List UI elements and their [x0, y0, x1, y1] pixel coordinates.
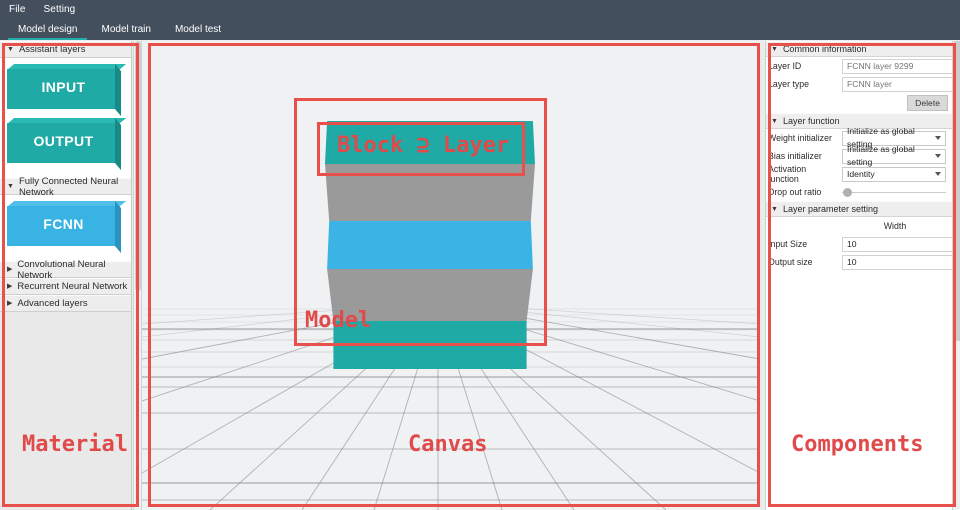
field-row-input-size: Input Size [766, 235, 952, 253]
field-label-layer-type: Layer type [768, 79, 810, 89]
components-panel: ▼ Common information Layer ID Layer type… [765, 41, 952, 510]
menu-item-file[interactable]: File [9, 0, 26, 19]
section-title: Layer function [782, 116, 840, 126]
layer-id-input[interactable] [842, 58, 952, 74]
field-label-output-size: Output size [768, 257, 813, 267]
field-row-activation-function: Activation function Identity [766, 164, 952, 184]
column-header-width: Width [883, 221, 907, 231]
field-row-bias-initializer: Bias initializer Initialize as global se… [766, 144, 952, 167]
field-label-bias-initializer: Bias initializer [768, 151, 822, 161]
input-size-field[interactable] [842, 236, 952, 252]
sidebar-section-label: Advanced layers [17, 298, 88, 309]
menu-bar: File Setting [0, 0, 960, 19]
field-row-layer-type: Layer type [766, 75, 952, 93]
chevron-down-icon [935, 172, 941, 176]
common-info-button-row: Delete [766, 93, 952, 113]
field-label-drop-out-ratio: Drop out ratio [768, 187, 822, 197]
tab-bar: Model design Model train Model test [0, 19, 960, 40]
sidebar-section-label: Convolutional Neural Network [17, 258, 106, 281]
chevron-down-icon: ▼ [771, 117, 778, 125]
section-title: Common information [782, 44, 867, 54]
sidebar-section-label: Recurrent Neural Network [17, 281, 128, 292]
block-side-bevel [115, 118, 121, 171]
field-row-layer-id: Layer ID [766, 57, 952, 75]
sidebar-section-rnn[interactable]: ▶ Recurrent Neural Network [0, 278, 131, 295]
sidebar-section-label: Assistant layers [18, 44, 86, 55]
output-size-field[interactable] [842, 254, 952, 270]
scrollbar-thumb[interactable] [954, 41, 960, 341]
block-side-bevel [115, 64, 121, 117]
components-scrollbar[interactable] [952, 41, 960, 510]
model-layer-bottom-teal[interactable] [333, 321, 527, 369]
section-common-information[interactable]: ▼ Common information [766, 41, 952, 57]
model-layer-middle-blue[interactable] [327, 221, 533, 269]
section-title: Layer parameter setting [782, 204, 878, 214]
select-value: Initialize as global setting [847, 144, 915, 167]
select-value: Identity [847, 168, 875, 179]
tab-model-train[interactable]: Model train [89, 19, 162, 40]
slab-face [327, 221, 533, 269]
model-layer-lower-gray[interactable] [327, 269, 533, 321]
layer-block-label: INPUT [41, 78, 86, 95]
tab-model-design[interactable]: Model design [6, 19, 89, 40]
layer-block-label: OUTPUT [33, 132, 94, 149]
delete-button[interactable]: Delete [907, 95, 948, 111]
chevron-down-icon [935, 136, 941, 140]
material-sidebar: ▼ Assistant layers INPUT OUTPUT ▼ Fully … [0, 41, 132, 510]
slab-face [325, 121, 535, 164]
field-label-input-size: Input Size [768, 239, 808, 249]
model-layer-top-teal[interactable] [325, 121, 535, 164]
chevron-down-icon: ▼ [771, 45, 778, 53]
block-side-bevel [115, 201, 121, 254]
slider-track [842, 191, 946, 193]
chevron-down-icon: ▼ [771, 205, 778, 213]
model-layer-upper-gray[interactable] [325, 164, 535, 221]
sidebar-section-advanced[interactable]: ▶ Advanced layers [0, 295, 131, 312]
tab-model-test[interactable]: Model test [163, 19, 233, 40]
parameter-column-header-row: Width [766, 217, 952, 235]
scrollbar-thumb[interactable] [135, 41, 141, 291]
sidebar-section-assistant-layers[interactable]: ▼ Assistant layers [0, 41, 131, 58]
layer-block-input[interactable]: INPUT [7, 64, 127, 117]
sidebar-section-label: Fully Connected Neural Network [18, 175, 119, 198]
chevron-right-icon: ▶ [7, 266, 13, 273]
slab-face [333, 321, 527, 369]
bias-initializer-select[interactable]: Initialize as global setting [842, 144, 946, 167]
field-label-layer-id: Layer ID [768, 61, 802, 71]
field-row-drop-out-ratio: Drop out ratio [766, 183, 952, 201]
section-layer-parameter-setting[interactable]: ▼ Layer parameter setting [766, 201, 952, 217]
layer-block-fcnn[interactable]: FCNN [7, 201, 127, 254]
model-stack[interactable] [325, 121, 535, 369]
app-window: File Setting Model design Model train Mo… [0, 0, 960, 510]
canvas-3d-viewport[interactable] [142, 41, 760, 510]
slider-handle[interactable] [843, 187, 852, 197]
chevron-down-icon: ▼ [7, 46, 14, 53]
drop-out-ratio-slider[interactable] [842, 185, 946, 200]
layer-block-output[interactable]: OUTPUT [7, 118, 127, 171]
field-label-weight-initializer: Weight initializer [768, 133, 832, 143]
sidebar-section-body-fcnn: FCNN [0, 195, 131, 261]
chevron-down-icon [935, 154, 941, 158]
chevron-right-icon: ▶ [7, 300, 13, 307]
sidebar-section-body-assistant: INPUT OUTPUT [0, 58, 131, 178]
layer-type-input[interactable] [842, 76, 952, 92]
slab-face [327, 269, 533, 321]
activation-function-select[interactable]: Identity [842, 166, 946, 182]
sidebar-scrollbar[interactable] [133, 41, 142, 510]
chevron-down-icon: ▼ [7, 183, 14, 190]
layer-block-label: FCNN [43, 215, 84, 232]
menu-item-setting[interactable]: Setting [44, 0, 76, 19]
sidebar-section-cnn[interactable]: ▶ Convolutional Neural Network [0, 258, 131, 281]
sidebar-section-fcnn[interactable]: ▼ Fully Connected Neural Network [0, 175, 131, 198]
slab-face [325, 164, 535, 221]
chevron-right-icon: ▶ [7, 283, 13, 290]
field-row-output-size: Output size [766, 253, 952, 271]
field-label-activation-function: Activation function [768, 164, 807, 184]
